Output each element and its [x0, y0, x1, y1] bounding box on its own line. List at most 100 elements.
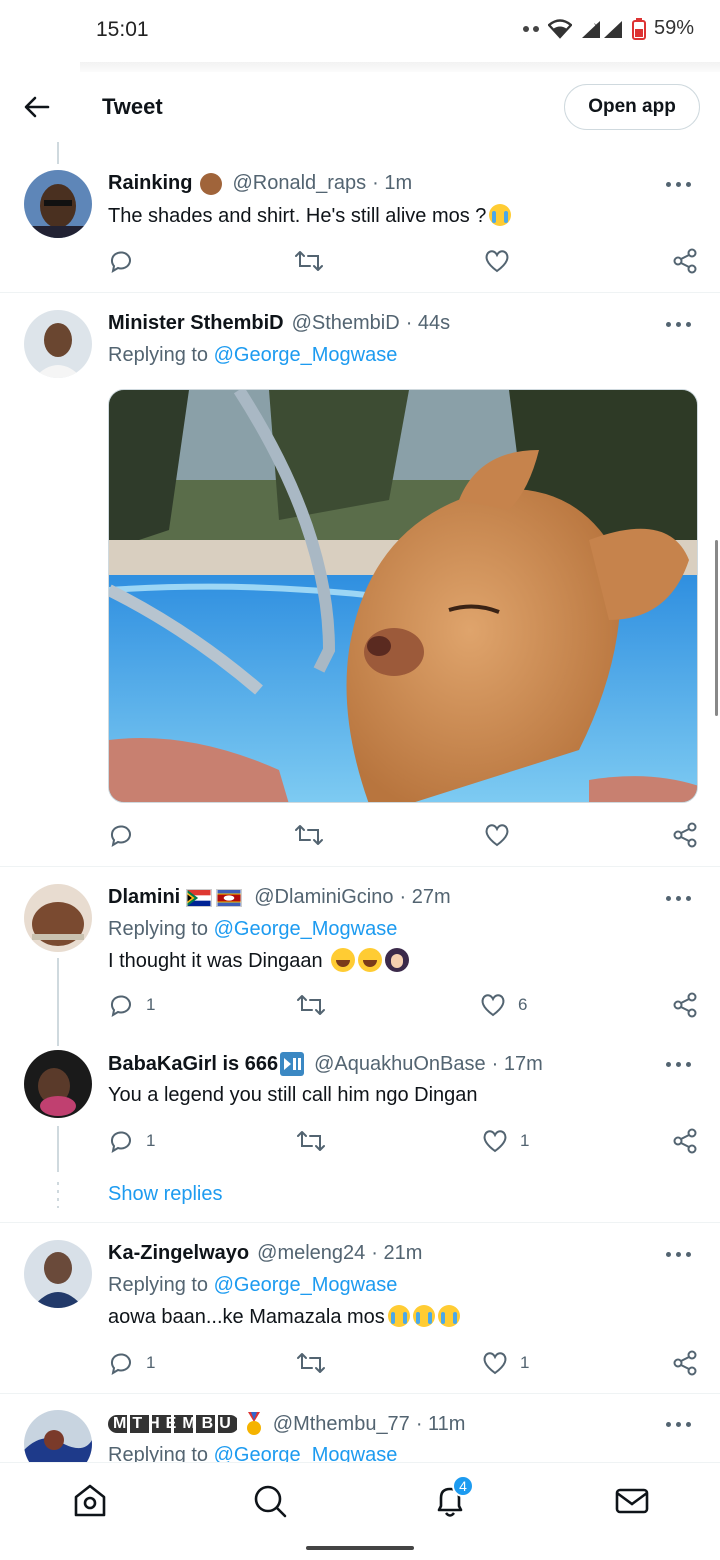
like-button[interactable]: 1 [482, 1126, 529, 1156]
like-button[interactable] [484, 820, 510, 850]
more-options-button[interactable] [666, 182, 692, 190]
replying-prefix: Replying to [108, 1274, 209, 1296]
share-button[interactable] [672, 246, 698, 276]
display-name[interactable]: Rainking [108, 172, 192, 195]
home-indicator[interactable] [306, 1546, 414, 1550]
more-options-button[interactable] [666, 896, 692, 904]
home-tab[interactable] [70, 1481, 110, 1521]
reply-feed: Rainking @Ronald_raps · 1m The shades an… [0, 142, 720, 1462]
crying-emoji [387, 1305, 410, 1327]
share-button[interactable] [672, 1348, 698, 1378]
user-handle[interactable]: @Mthembu_77 [273, 1413, 410, 1436]
retweet-button[interactable] [296, 1348, 326, 1378]
display-name[interactable]: Dlamini [108, 886, 180, 909]
tweet-time: · 17m [491, 1052, 543, 1075]
share-button[interactable] [672, 1126, 698, 1156]
tweet-actions [108, 820, 698, 850]
retweet-button[interactable] [294, 246, 324, 276]
retweet-icon [297, 1353, 325, 1373]
display-name[interactable]: BabaKaGirl is 666 [108, 1053, 278, 1076]
share-button[interactable] [672, 820, 698, 850]
more-options-button[interactable] [666, 322, 692, 330]
messages-tab[interactable] [612, 1481, 652, 1521]
search-tab[interactable] [250, 1481, 290, 1521]
like-button[interactable]: 6 [480, 990, 527, 1020]
tweet-header: BabaKaGirl is 666 @AquakhuOnBase · 17m [108, 1052, 543, 1076]
reply-button[interactable] [108, 820, 134, 850]
more-options-button[interactable] [666, 1252, 692, 1260]
bottom-navigation: 4 [0, 1462, 720, 1538]
tweet-text: aowa baan...ke Mamazala mos [108, 1305, 460, 1329]
replying-to-link[interactable]: @George_Mogwase [214, 1444, 398, 1462]
scrollbar[interactable] [715, 540, 718, 716]
display-name[interactable]: Minister SthembiD [108, 312, 284, 335]
share-icon [673, 1128, 697, 1154]
facepalm-emoji [385, 948, 410, 972]
display-name[interactable]: Ka-Zingelwayo [108, 1242, 249, 1265]
arrow-left-icon [24, 96, 50, 118]
thread-line [57, 142, 59, 164]
avatar[interactable] [24, 884, 92, 952]
share-icon [673, 248, 697, 274]
tweet-text: The shades and shirt. He's still alive m… [108, 204, 512, 228]
replying-to-link[interactable]: @George_Mogwase [214, 344, 398, 366]
reply-icon [110, 825, 131, 848]
replying-to: Replying to @George_Mogwase [108, 344, 397, 367]
reply-button[interactable]: 1 [108, 1348, 155, 1378]
avatar[interactable] [24, 170, 92, 238]
user-handle[interactable]: @Ronald_raps [232, 172, 366, 195]
user-handle[interactable]: @SthembiD [292, 312, 400, 335]
avatar[interactable] [24, 310, 92, 378]
share-icon [673, 1350, 697, 1376]
reply-count: 1 [146, 995, 156, 1014]
like-button[interactable] [484, 246, 510, 276]
replying-prefix: Replying to [108, 918, 209, 940]
tweet-time: · 1m [372, 172, 413, 194]
display-name[interactable]: MTHEMBU [108, 1415, 239, 1433]
retweet-button[interactable] [294, 820, 324, 850]
home-icon [74, 1484, 106, 1517]
user-handle[interactable]: @meleng24 [257, 1242, 365, 1265]
retweet-icon [297, 995, 325, 1015]
tweet-text-content: I thought it was Dingaan [108, 950, 323, 972]
dots-icon [522, 25, 539, 32]
south-africa-flag-icon [186, 888, 213, 907]
reply-button[interactable]: 1 [108, 1126, 155, 1156]
laughing-emoji [331, 948, 356, 972]
tweet-text: You a legend you still call him ngo Ding… [108, 1084, 478, 1106]
like-button[interactable]: 1 [482, 1348, 529, 1378]
share-button[interactable] [672, 990, 698, 1020]
circled-name: MTHEMBU [108, 1415, 239, 1433]
reply-button[interactable]: 1 [108, 990, 155, 1020]
back-button[interactable] [22, 92, 52, 122]
user-handle[interactable]: @DlaminiGcino [254, 886, 393, 909]
more-options-button[interactable] [666, 1062, 692, 1070]
avatar[interactable] [24, 1240, 92, 1308]
replying-to-link[interactable]: @George_Mogwase [214, 918, 398, 940]
thread-dots [57, 1182, 59, 1208]
retweet-icon [297, 1131, 325, 1151]
more-options-button[interactable] [666, 1422, 692, 1430]
reply-count: 1 [146, 1353, 156, 1372]
user-handle[interactable]: @AquakhuOnBase [314, 1053, 486, 1076]
replying-to-link[interactable]: @George_Mogwase [214, 1274, 398, 1296]
thread-line [57, 1126, 59, 1172]
heart-icon [481, 994, 505, 1017]
tweet-time: · 27m [399, 886, 451, 908]
retweet-button[interactable] [296, 990, 326, 1020]
replying-to: Replying to @George_Mogwase [108, 1444, 397, 1462]
reply-button[interactable] [108, 246, 146, 276]
tweet-header: Ka-Zingelwayo @meleng24 · 21m [108, 1242, 422, 1265]
tweet-time: · 11m [415, 1412, 466, 1435]
open-app-button[interactable]: Open app [564, 84, 700, 130]
divider [0, 1222, 720, 1223]
show-replies-link[interactable]: Show replies [108, 1183, 223, 1206]
heart-icon [485, 824, 509, 847]
avatar[interactable] [24, 1050, 92, 1118]
retweet-button[interactable] [296, 1126, 326, 1156]
heart-icon [483, 1352, 507, 1375]
tweet-media-image[interactable] [108, 389, 698, 803]
profile-emoji [200, 172, 223, 195]
avatar[interactable] [24, 1410, 92, 1462]
play-pause-icon [280, 1052, 305, 1076]
